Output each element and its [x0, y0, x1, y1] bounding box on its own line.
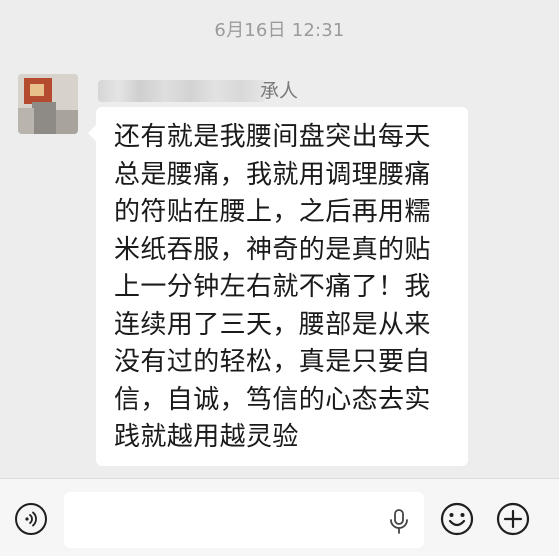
message-line: 的符贴在腰上，之后再用糯: [114, 197, 431, 227]
sender-name-blurred: [98, 80, 266, 102]
message-line: 上一分钟左右就不痛了！我: [114, 272, 431, 302]
chat-area: 6月16日 12:31 承人 还有就是我腰间盘突出每天 总是腰痛，我就用调理腰痛…: [0, 0, 559, 478]
sender-name-visible: 承人: [260, 80, 299, 102]
message-line: 连续用了三天，腰部是从来: [114, 309, 431, 340]
sender-avatar[interactable]: [18, 74, 78, 134]
chat-input-bar: [0, 478, 559, 556]
message-bubble[interactable]: 还有就是我腰间盘突出每天 总是腰痛，我就用调理腰痛 的符贴在腰上，之后再用糯 米…: [88, 107, 468, 466]
plus-icon[interactable]: [496, 502, 530, 536]
voice-mode-button[interactable]: [15, 503, 47, 535]
sender-name: 承人: [98, 78, 308, 104]
emoji-icon[interactable]: [440, 502, 474, 536]
message-line: 米纸吞服，神奇的是真的贴: [114, 234, 431, 265]
message-timestamp: 6月16日 12:31: [214, 20, 345, 41]
microphone-icon[interactable]: [388, 509, 410, 535]
message-line: 总是腰痛，我就用调理腰痛: [114, 159, 431, 190]
message-line: 践就越用越灵验: [114, 422, 299, 452]
voice-mode-icon: [25, 511, 37, 527]
message-line: 信，自诚，笃信的心态去实: [114, 384, 431, 415]
message-input[interactable]: [64, 492, 424, 548]
message-line: 没有过的轻松，真是只要自: [114, 347, 431, 377]
message-line: 还有就是我腰间盘突出每天: [114, 122, 431, 152]
